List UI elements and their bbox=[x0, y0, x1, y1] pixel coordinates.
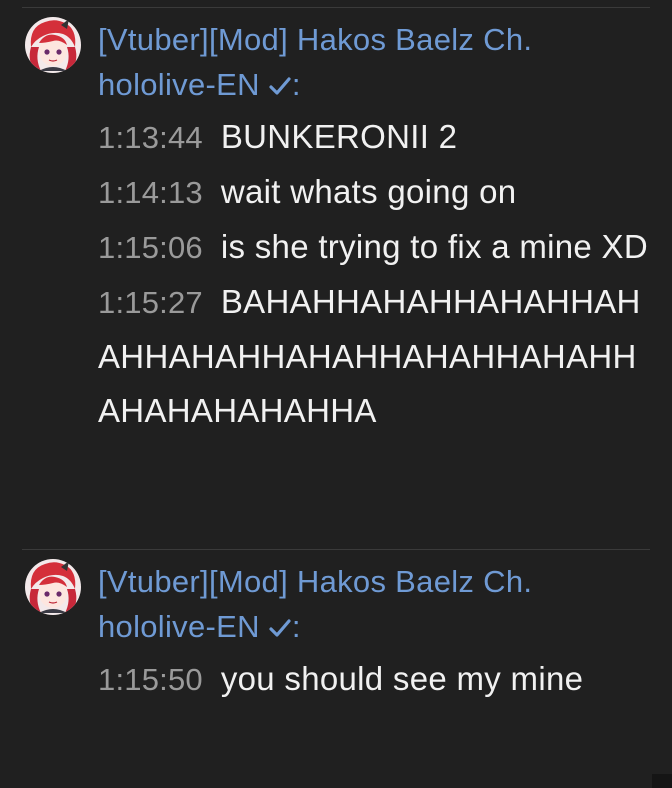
chat-line: 1:15:06 is she trying to fix a mine XD bbox=[98, 220, 650, 275]
timestamp: 1:15:27 bbox=[98, 285, 203, 320]
timestamp: 1:15:06 bbox=[98, 230, 203, 265]
panel-corner bbox=[652, 774, 672, 788]
checkmark-icon bbox=[269, 77, 291, 95]
timestamp: 1:13:44 bbox=[98, 120, 203, 155]
author-name-text: [Vtuber][Mod] Hakos Baelz Ch. hololive-E… bbox=[98, 22, 533, 102]
avatar[interactable] bbox=[25, 17, 81, 73]
message-text: BUNKERONII 2 bbox=[220, 118, 458, 155]
chat-line: 1:14:13 wait whats going on bbox=[98, 165, 650, 220]
chat-panel: [Vtuber][Mod] Hakos Baelz Ch. hololive-E… bbox=[0, 0, 672, 788]
author-colon: : bbox=[291, 67, 301, 102]
avatar-image bbox=[25, 17, 81, 73]
author-name[interactable]: [Vtuber][Mod] Hakos Baelz Ch. hololive-E… bbox=[98, 559, 658, 649]
message-text: wait whats going on bbox=[220, 173, 517, 210]
avatar[interactable] bbox=[25, 559, 81, 615]
divider bbox=[22, 549, 650, 550]
chat-line: 1:15:50 you should see my mine bbox=[98, 652, 650, 707]
chat-line: 1:15:27 BAHAHHAHAHHAHAHHAHAHHAHAHHAHAHHAH… bbox=[98, 275, 650, 438]
timestamp: 1:15:50 bbox=[98, 662, 203, 697]
author-name-text: [Vtuber][Mod] Hakos Baelz Ch. hololive-E… bbox=[98, 564, 533, 644]
message-lines: 1:13:44 BUNKERONII 2 1:14:13 wait whats go… bbox=[98, 110, 650, 438]
divider bbox=[22, 7, 650, 8]
author-colon: : bbox=[291, 609, 301, 644]
author-name[interactable]: [Vtuber][Mod] Hakos Baelz Ch. hololive-E… bbox=[98, 17, 658, 107]
message-text: is she trying to fix a mine XD bbox=[220, 228, 648, 265]
timestamp: 1:14:13 bbox=[98, 175, 203, 210]
chat-line: 1:13:44 BUNKERONII 2 bbox=[98, 110, 650, 165]
checkmark-icon bbox=[269, 619, 291, 637]
avatar-image bbox=[25, 559, 81, 615]
message-text: you should see my mine bbox=[220, 660, 584, 697]
message-lines: 1:15:50 you should see my mine bbox=[98, 652, 650, 707]
